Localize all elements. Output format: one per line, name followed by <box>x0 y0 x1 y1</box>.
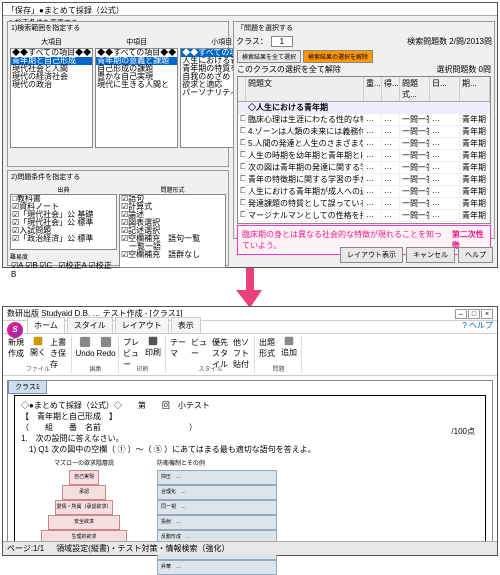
table-row[interactable]: ☐5.人間の発達と人生のさまざまな時期に応じ………一問一答…青年期 <box>238 138 490 150</box>
defense-table: 抑圧 …合理化 …同一視 …投射 …反動形成 …逃避 …昇華 … <box>157 470 277 575</box>
table-title: 防衛機制とその例 <box>157 459 277 470</box>
format-list[interactable]: ☑語句☑計算式☑論述☑図表選択☑記述選択☑空欄補充 語句一覧 一覧一語☑空欄補充… <box>119 194 226 268</box>
flow-arrow-icon <box>236 268 264 308</box>
doc-q1: 1. 次の設問に答えなさい。 <box>21 433 479 444</box>
table-row[interactable]: ☐青年の特徴期に関する学習の手がかり………一問一答…青年期 <box>238 174 490 186</box>
doc-score: /100点 <box>451 426 475 437</box>
left-panel-1: 1)検索範囲を指定する 大項目◆◆すべての項目◆◆青年期と自己形成現代社会と人間… <box>7 21 229 167</box>
format-button[interactable]: 出題形式 <box>259 336 277 358</box>
tab-view[interactable]: 表示 <box>171 317 201 333</box>
editor-window: 数研出版 Studyaid D.B. … テスト作成 - [クラス1] –□× … <box>2 306 498 556</box>
list-mid[interactable]: ◆◆すべての項目◆◆青年期の意義と課題自己形成の課題豊かな自己実現現代に生きる人… <box>95 48 178 148</box>
table-row[interactable]: ☐次の図は青年期の発達に関する学説を………一問一答…青年期 <box>238 162 490 174</box>
table-row[interactable]: ☐人生の時期を幼年期と青年期とに分け………一問一答…青年期 <box>238 150 490 162</box>
pyramid: 自己実現承認愛情・所属（承認欲求）安全欲求生理的欲求 <box>41 470 127 545</box>
box-h: 出典 <box>10 185 117 194</box>
doc-l2: 【 青年期と自己形成 】 <box>21 411 479 422</box>
layout-btn[interactable]: レイアウト表示 <box>340 247 403 263</box>
status-bar: ページ:1/1領域設定(縦書)・テスト対策・情報検索（強化） <box>3 541 497 555</box>
window-controls[interactable]: –□× <box>454 309 493 319</box>
page[interactable]: ◇●まとめて採録（公式）◇ 第 回 小テスト 【 青年期と自己形成 】 （ 組 … <box>14 395 486 545</box>
count-label: 検索問題数 2/問/2013問 <box>407 36 492 47</box>
source-list[interactable]: □教科書☑資料ノート☑「現代社会」公 基礎☑「現代社会」公 標準☑入試問題☑「政… <box>10 194 117 250</box>
theme-button[interactable]: テーマ <box>170 336 188 358</box>
question-table[interactable]: 問題文重...得...問題式...日...期... ◇人生における青年期☐臨床心… <box>237 76 491 224</box>
tab-style[interactable]: スタイル <box>67 317 113 333</box>
col-h: 大項目 <box>10 36 93 48</box>
ribbon-tabs: ホーム スタイル レイアウト 表示 ? ヘルプ <box>3 321 497 334</box>
doc-l3: （ 組 番 名前 ） <box>21 422 479 433</box>
app-logo-icon: S <box>7 322 23 338</box>
dialog-title: 「保存」●まとめて採録（公式） <box>3 3 497 16</box>
table-row[interactable]: ☐臨床心理は生涯にわたる性的な特徴が現れる………一問一答…青年期 <box>238 114 490 126</box>
cancel-btn[interactable]: キャンセル <box>406 247 455 263</box>
box-h: 問題形式 <box>119 185 226 194</box>
sec1b-label: 2)問題条件を指定する <box>8 171 228 183</box>
undo-button[interactable]: Undo <box>76 336 94 358</box>
print-button[interactable]: 印刷 <box>144 336 162 358</box>
list-major[interactable]: ◆◆すべての項目◆◆青年期と自己形成現代社会と人間現代の経済社会現代の政治 <box>10 48 93 148</box>
table-row[interactable]: ☐4.ゾーンは人類の未来には義務付けた特別………一問一答…青年期 <box>238 126 490 138</box>
preview-button[interactable]: プレビュー <box>123 336 141 358</box>
diff-checks[interactable]: ☑A ☑B ☑C ☑校正A ☑校正B <box>10 261 117 281</box>
clear-class-label[interactable]: このクラスの選択を全て解除 <box>237 64 341 75</box>
table-row[interactable]: ☐発達課題の特質として誤っているもの………一問一答…青年期 <box>238 198 490 210</box>
save-button[interactable]: 上書き保存 <box>50 336 68 358</box>
new-button[interactable]: 新規作成 <box>8 336 26 358</box>
deselect-all-btn[interactable]: 検索結果の選択を解除 <box>303 50 373 63</box>
class-label: クラス： <box>236 36 268 47</box>
search-dialog: 「保存」●まとめて採録（公式） 1.検索条件を変更する 1)検索範囲を指定する … <box>2 2 498 268</box>
doc-tab[interactable]: クラス1 <box>8 380 47 394</box>
tab-layout[interactable]: レイアウト <box>115 317 169 333</box>
tab-home[interactable]: ホーム <box>27 317 65 333</box>
sec-r-label: 「問題を選択する <box>234 22 494 34</box>
left-panel-2: 2)問題条件を指定する 出典 □教科書☑資料ノート☑「現代社会」公 基礎☑「現代… <box>7 170 229 266</box>
redo-button[interactable]: Redo <box>97 336 115 358</box>
pyramid-title: マズローの欲求階層説 <box>41 459 127 470</box>
document-area: クラス1 ◇●まとめて採録（公式）◇ 第 回 小テスト 【 青年期と自己形成 】… <box>7 380 493 550</box>
doc-q1a: 1) Q1 次の図中の空欄（ ① ）～（ ⑤ ）にあてはまる最も適切な語句を答え… <box>21 444 479 455</box>
style-button[interactable]: 優先スタイル <box>212 336 230 358</box>
right-panel: 「問題を選択する クラス： 1 検索問題数 2/問/2013問 検索結果を全て選… <box>233 21 495 239</box>
selected-count: 選択問題数 0問 <box>436 64 491 75</box>
select-all-btn[interactable]: 検索結果を全て選択 <box>237 50 301 63</box>
col-h: 中項目 <box>95 36 178 48</box>
doc-l1: ◇●まとめて採録（公式）◇ 第 回 小テスト <box>21 400 479 411</box>
diff-label: 難易度 <box>10 252 117 261</box>
table-row[interactable]: ☐マージナルマンとしての性格を持つという………一問一答…青年期 <box>238 210 490 222</box>
soft-button[interactable]: 他ソフト貼付 <box>233 336 251 358</box>
class-number[interactable]: 1 <box>271 36 293 47</box>
help-link[interactable]: ? ヘルプ <box>458 318 497 333</box>
open-button[interactable]: 開く <box>29 336 47 358</box>
sec1a-label: 1)検索範囲を指定する <box>8 22 228 34</box>
help-btn[interactable]: ヘルプ <box>458 247 493 263</box>
table-row[interactable]: ☐青年期アイデンティティの確立に達する………一問一答…青年期 <box>238 222 490 224</box>
table-row[interactable]: ◇人生における青年期 <box>238 102 490 114</box>
addq-button[interactable]: 追加 <box>280 336 298 358</box>
view-button[interactable]: ビュー <box>191 336 209 358</box>
ribbon: 新規作成開く上書き保存ファイルUndoRedo編集プレビュー印刷印刷テーマビュー… <box>3 334 497 376</box>
table-row[interactable]: ☐人生における青年期が成人への過渡期を………一問一答…青年期 <box>238 186 490 198</box>
